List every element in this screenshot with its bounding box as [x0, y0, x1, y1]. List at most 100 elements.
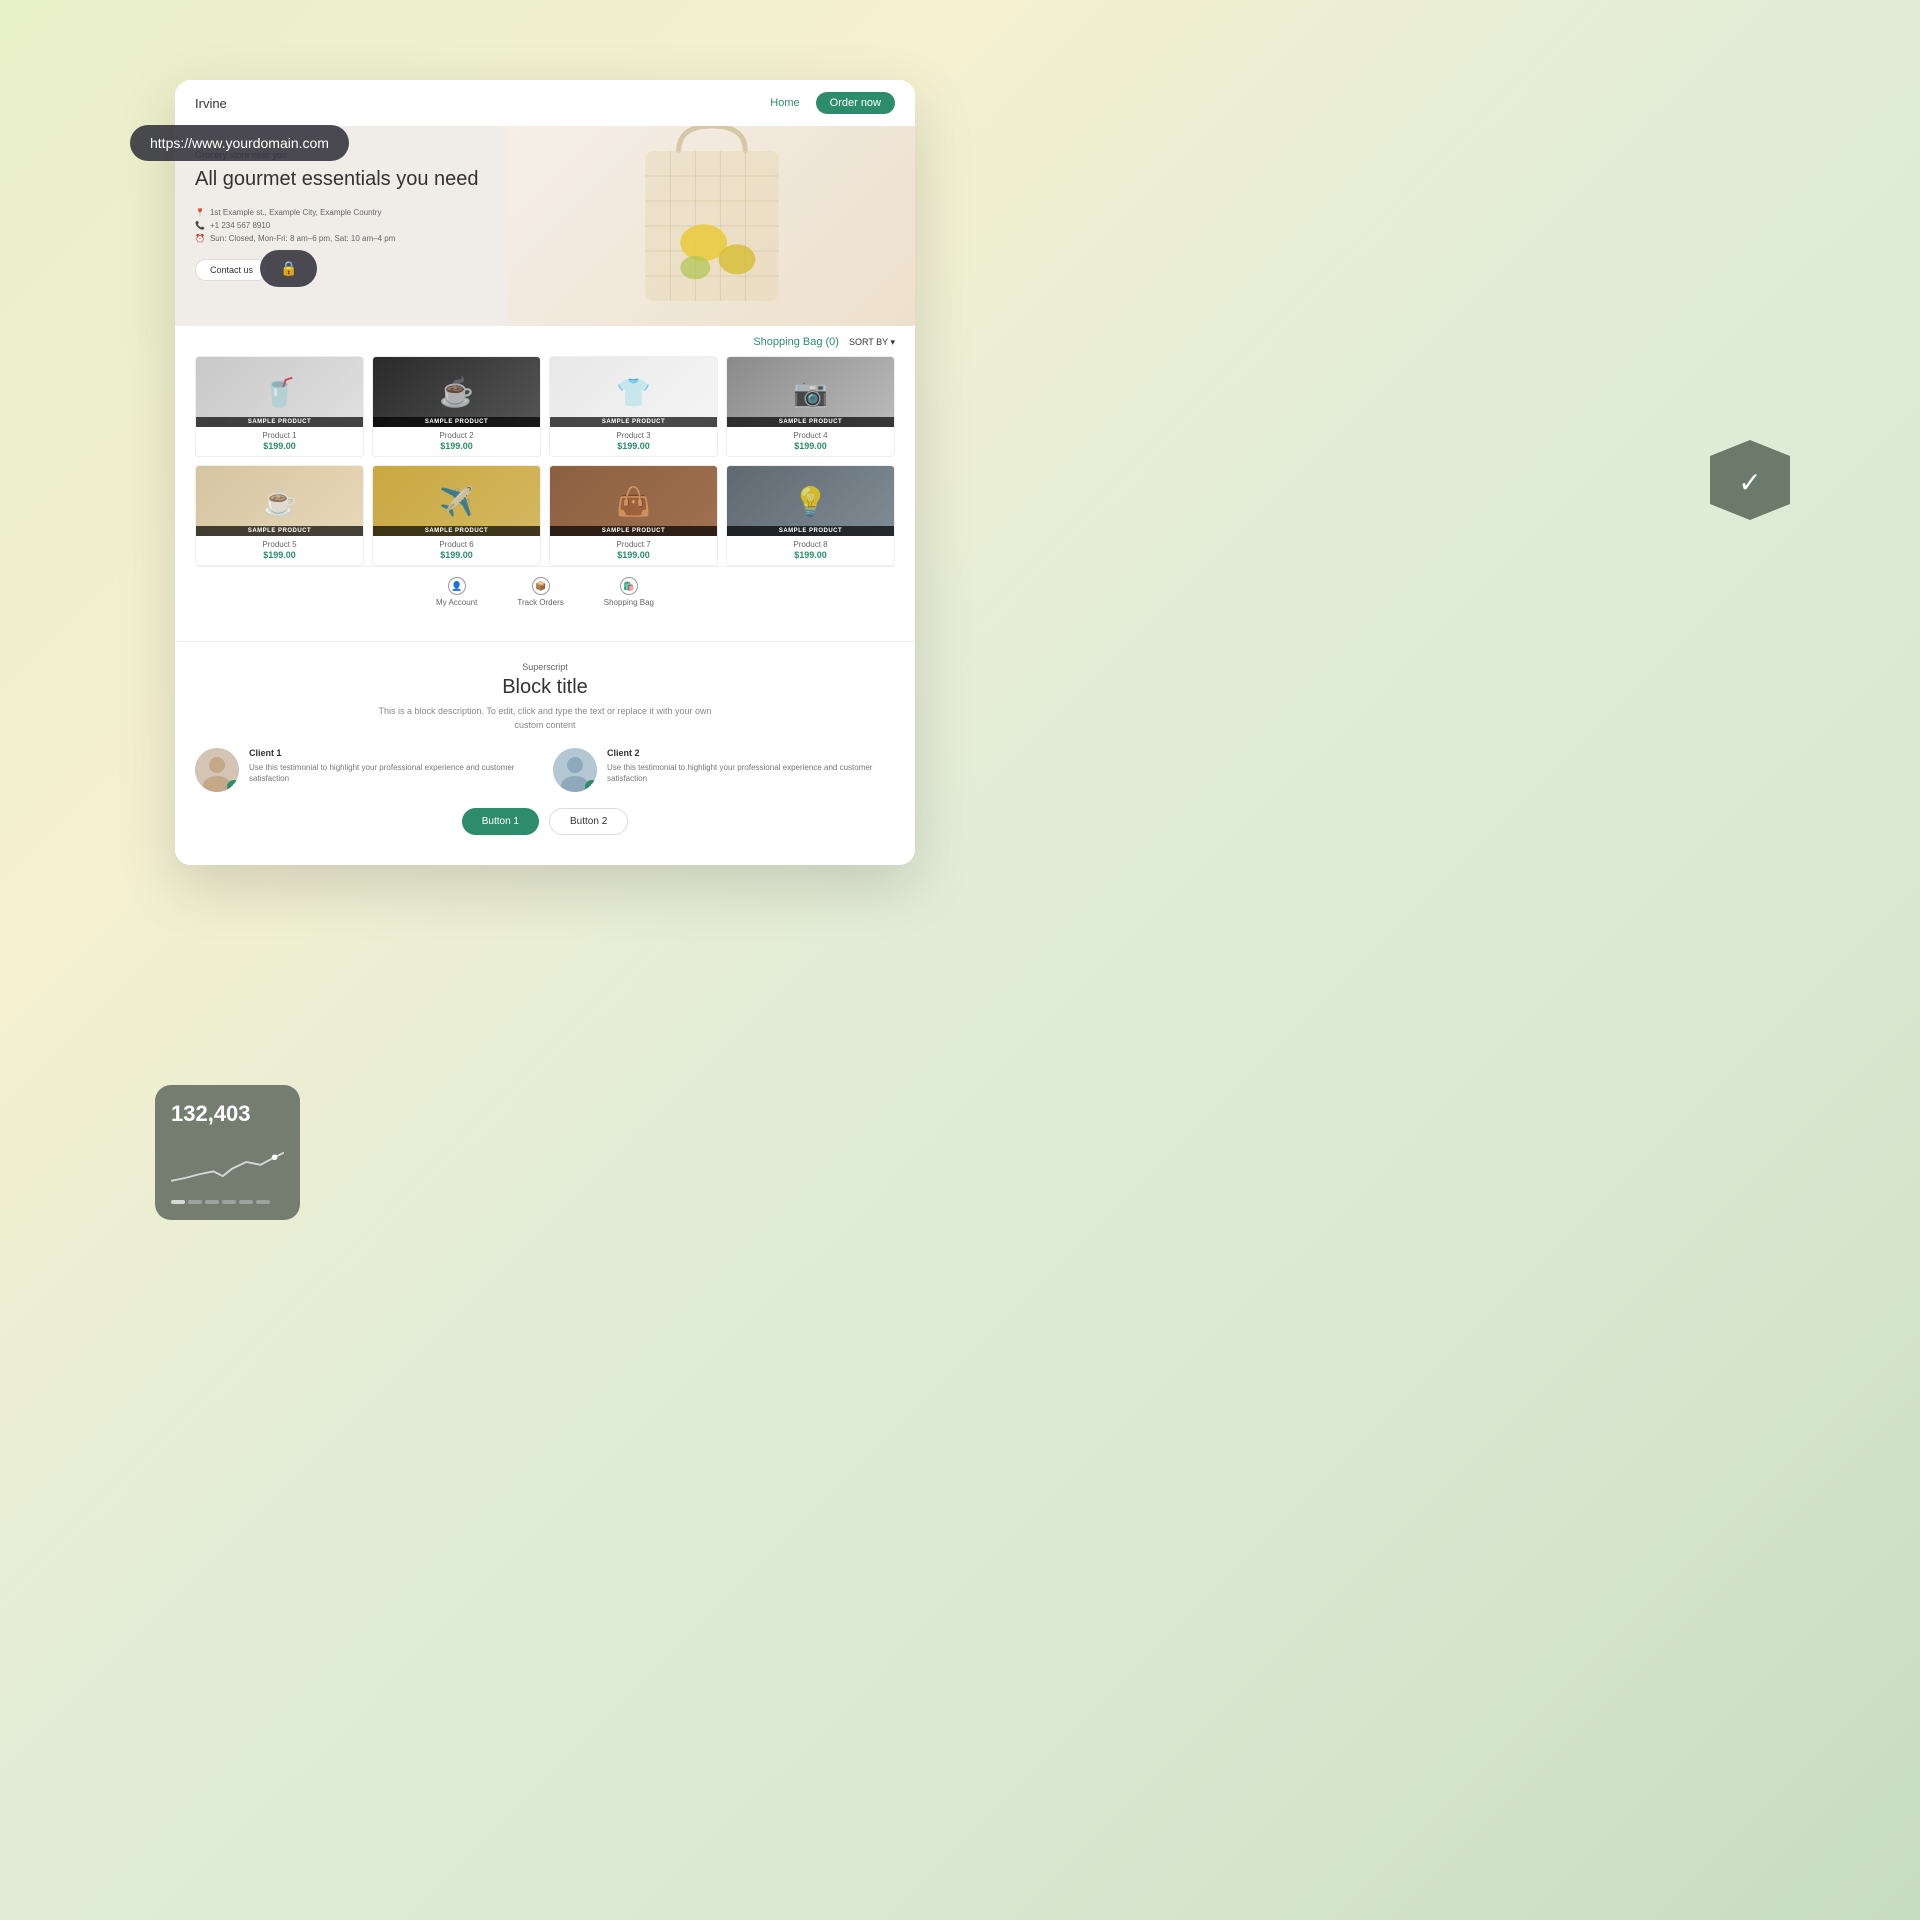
product-card-8[interactable]: 💡 SAMPLE PRODUCT Product 8 $199.00	[726, 465, 895, 566]
stats-dots	[171, 1200, 284, 1204]
dot-1	[171, 1200, 185, 1204]
bottom-nav-track[interactable]: 📦 Track Orders	[517, 577, 563, 607]
product-graphic-1: 🥤	[262, 376, 297, 409]
lock-icon: 🔒	[260, 250, 317, 287]
product-image-5: ☕ SAMPLE PRODUCT	[196, 466, 363, 536]
sort-by-control[interactable]: SORT BY ▾	[849, 337, 895, 348]
product-card-4[interactable]: 📷 SAMPLE PRODUCT Product 4 $199.00	[726, 356, 895, 457]
address-text: 1st Example st., Example City, Example C…	[210, 208, 381, 217]
testimonial-card-1: " Client 1 Use this testimonial to highl…	[195, 748, 537, 792]
product-name-1: Product 1	[196, 427, 363, 441]
bottom-nav: 👤 My Account 📦 Track Orders 🛍️ Shopping …	[195, 566, 895, 621]
product-price-3: $199.00	[550, 441, 717, 456]
client-name-2: Client 2	[607, 748, 895, 758]
testimonials-grid: " Client 1 Use this testimonial to highl…	[195, 748, 895, 792]
product-image-1: 🥤 SAMPLE PRODUCT	[196, 357, 363, 427]
product-price-8: $199.00	[727, 550, 894, 565]
quote-badge-2: "	[585, 780, 597, 792]
testimonial-content-1: Client 1 Use this testimonial to highlig…	[249, 748, 537, 784]
sample-label-3: SAMPLE PRODUCT	[550, 417, 717, 427]
product-name-5: Product 5	[196, 536, 363, 550]
product-name-6: Product 6	[373, 536, 540, 550]
products-section: Shopping Bag (0) SORT BY ▾ 🥤 SAMPLE PROD…	[175, 326, 915, 641]
product-graphic-8: 💡	[793, 485, 828, 518]
security-badge: ✓	[1710, 440, 1790, 520]
product-card-2[interactable]: ☕ SAMPLE PRODUCT Product 2 $199.00	[372, 356, 541, 457]
hero-hours: ⏰ Sun: Closed, Mon-Fri: 8 am–6 pm, Sat: …	[195, 234, 580, 243]
stats-widget: 132,403	[155, 1085, 300, 1220]
site-nav: Irvine Home Order now	[175, 80, 915, 126]
hero-content: Grocery store near you All gourmet essen…	[195, 150, 580, 281]
location-icon: 📍	[195, 208, 205, 217]
phone-text: +1 234 567 8910	[210, 221, 270, 230]
account-icon: 👤	[448, 577, 466, 595]
site-content: Irvine Home Order now	[175, 80, 915, 865]
account-label: My Account	[436, 598, 477, 607]
hours-text: Sun: Closed, Mon-Fri: 8 am–6 pm, Sat: 10…	[210, 234, 395, 243]
checkmark-icon: ✓	[1738, 466, 1761, 499]
site-logo: Irvine	[195, 96, 227, 111]
product-image-4: 📷 SAMPLE PRODUCT	[727, 357, 894, 427]
product-card-5[interactable]: ☕ SAMPLE PRODUCT Product 5 $199.00	[195, 465, 364, 566]
bag-label: Shopping Bag	[604, 598, 654, 607]
track-label: Track Orders	[517, 598, 563, 607]
product-graphic-5: ☕	[262, 485, 297, 518]
bottom-nav-account[interactable]: 👤 My Account	[436, 577, 477, 607]
dot-6	[256, 1200, 270, 1204]
cta-button-2[interactable]: Button 2	[549, 808, 628, 835]
nav-links: Home Order now	[770, 92, 895, 114]
product-image-7: 👜 SAMPLE PRODUCT	[550, 466, 717, 536]
phone-icon: 📞	[195, 221, 205, 230]
product-name-8: Product 8	[727, 536, 894, 550]
products-grid: 🥤 SAMPLE PRODUCT Product 1 $199.00 ☕ SAM…	[195, 356, 895, 566]
sample-label-6: SAMPLE PRODUCT	[373, 526, 540, 536]
sample-label-2: SAMPLE PRODUCT	[373, 417, 540, 427]
address-bar-widget: 🔒 https://www.yourdomain.com	[130, 125, 349, 161]
product-graphic-2: ☕	[439, 376, 474, 409]
sample-label-4: SAMPLE PRODUCT	[727, 417, 894, 427]
testimonial-card-2: " Client 2 Use this testimonial to highl…	[553, 748, 895, 792]
product-image-8: 💡 SAMPLE PRODUCT	[727, 466, 894, 536]
browser-window: Irvine Home Order now	[175, 80, 915, 865]
nav-home-link[interactable]: Home	[770, 97, 799, 109]
sample-label-8: SAMPLE PRODUCT	[727, 526, 894, 536]
url-display: https://www.yourdomain.com	[150, 135, 329, 151]
stats-chart	[171, 1137, 284, 1187]
client-avatar-2: "	[553, 748, 597, 792]
product-name-4: Product 4	[727, 427, 894, 441]
product-price-1: $199.00	[196, 441, 363, 456]
product-card-1[interactable]: 🥤 SAMPLE PRODUCT Product 1 $199.00	[195, 356, 364, 457]
bottom-nav-bag[interactable]: 🛍️ Shopping Bag	[604, 577, 654, 607]
cta-button-1[interactable]: Button 1	[462, 808, 539, 835]
product-card-3[interactable]: 👕 SAMPLE PRODUCT Product 3 $199.00	[549, 356, 718, 457]
shopping-bag-label[interactable]: Shopping Bag (0)	[753, 336, 839, 348]
hero-title: All gourmet essentials you need	[195, 166, 580, 192]
hero-phone: 📞 +1 234 567 8910	[195, 221, 580, 230]
product-name-3: Product 3	[550, 427, 717, 441]
stats-number: 132,403	[171, 1101, 284, 1127]
product-graphic-3: 👕	[616, 376, 651, 409]
sample-label-1: SAMPLE PRODUCT	[196, 417, 363, 427]
product-card-6[interactable]: ✈️ SAMPLE PRODUCT Product 6 $199.00	[372, 465, 541, 566]
grocery-bag-illustration	[622, 126, 802, 326]
dot-3	[205, 1200, 219, 1204]
product-price-7: $199.00	[550, 550, 717, 565]
bag-icon: 🛍️	[620, 577, 638, 595]
product-price-4: $199.00	[727, 441, 894, 456]
product-image-3: 👕 SAMPLE PRODUCT	[550, 357, 717, 427]
client-name-1: Client 1	[249, 748, 537, 758]
product-graphic-7: 👜	[616, 485, 651, 518]
product-price-2: $199.00	[373, 441, 540, 456]
testimonials-title: Block title	[195, 676, 895, 699]
hero-address: 📍 1st Example st., Example City, Example…	[195, 208, 580, 217]
client-text-1: Use this testimonial to highlight your p…	[249, 762, 537, 784]
dot-5	[239, 1200, 253, 1204]
product-card-7[interactable]: 👜 SAMPLE PRODUCT Product 7 $199.00	[549, 465, 718, 566]
contact-us-button[interactable]: Contact us	[195, 259, 268, 281]
product-graphic-4: 📷	[793, 376, 828, 409]
product-name-7: Product 7	[550, 536, 717, 550]
testimonials-description: This is a block description. To edit, cl…	[370, 705, 720, 732]
cta-buttons: Button 1 Button 2	[195, 808, 895, 845]
product-image-6: ✈️ SAMPLE PRODUCT	[373, 466, 540, 536]
order-now-button[interactable]: Order now	[816, 92, 895, 114]
